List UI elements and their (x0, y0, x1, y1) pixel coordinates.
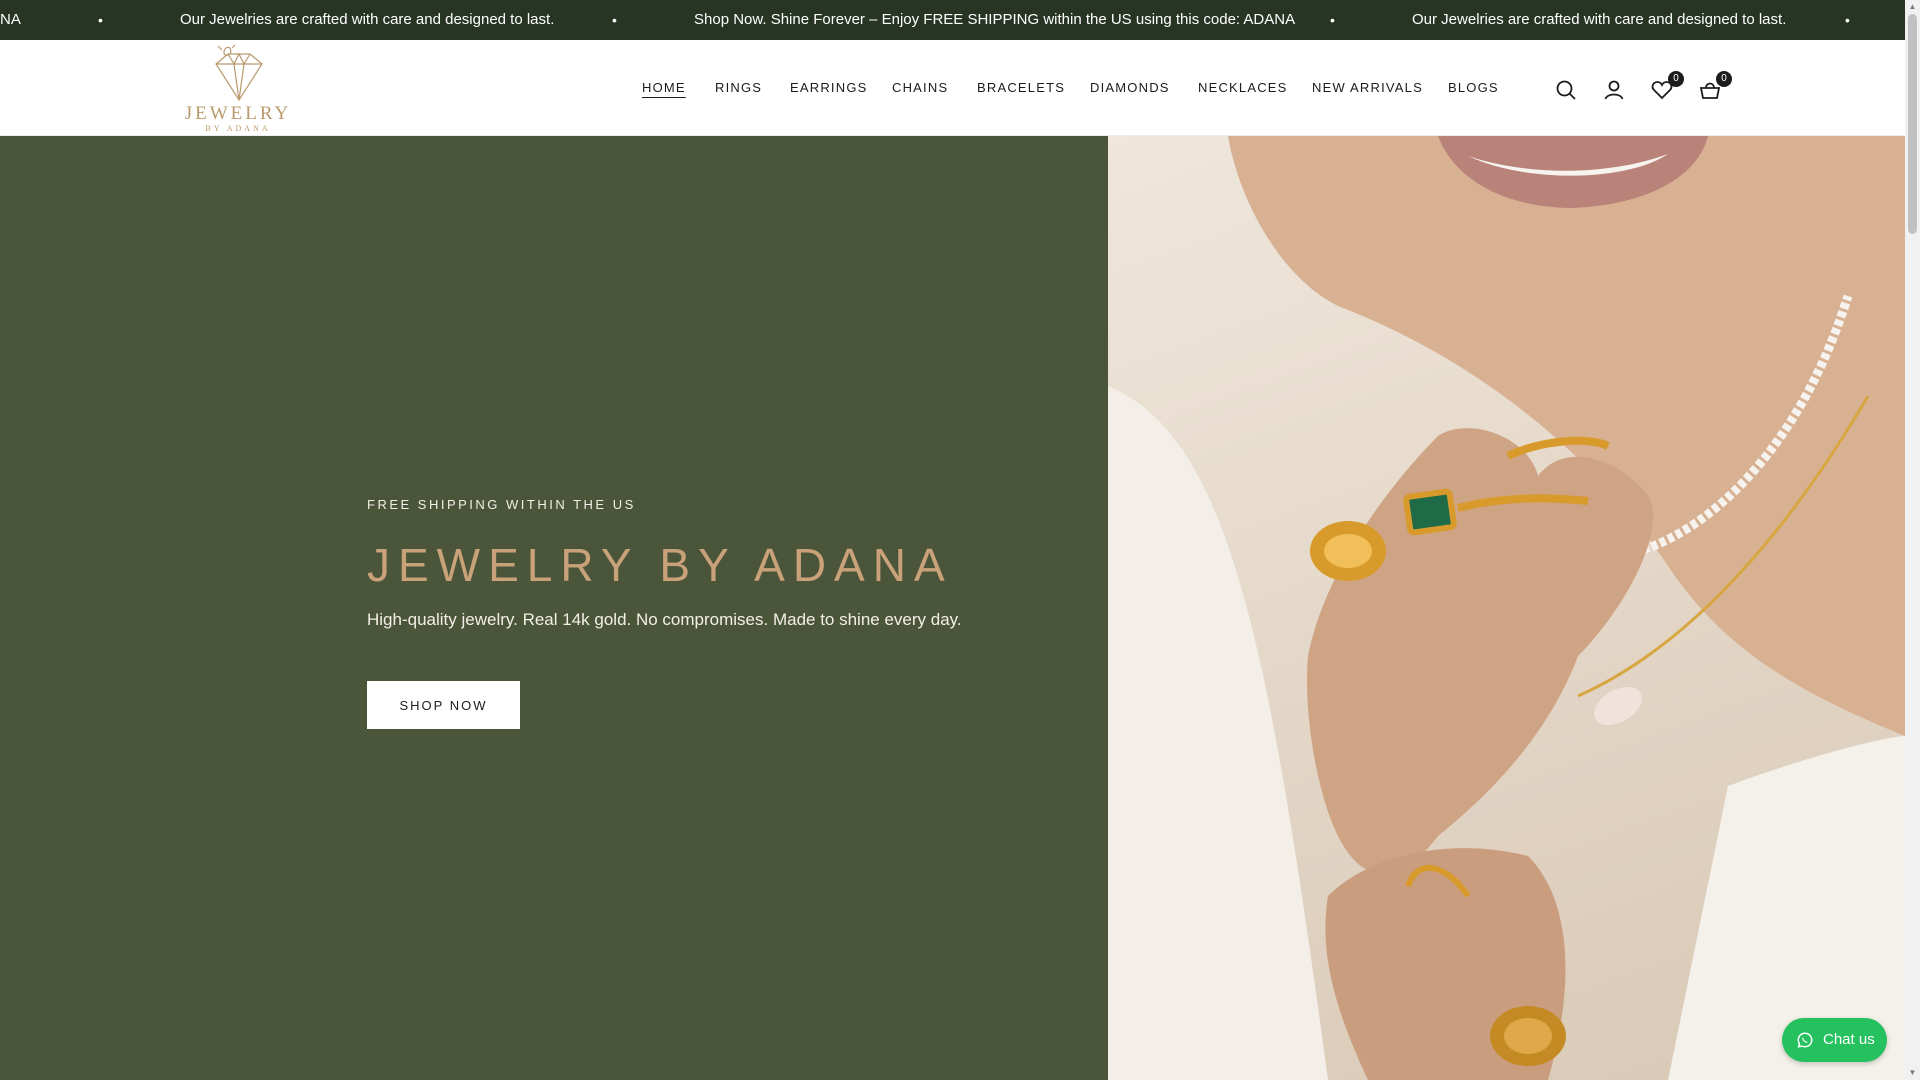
nav-item-chains[interactable]: CHAINS (892, 80, 948, 95)
announcement-text: NA (0, 11, 21, 28)
announcement-bar: NA • Our Jewelries are crafted with care… (0, 0, 1905, 40)
nav-item-necklaces[interactable]: NECKLACES (1198, 80, 1288, 95)
scroll-thumb[interactable] (1908, 14, 1917, 234)
page-scrollbar[interactable]: ▲ ▼ (1905, 0, 1920, 1080)
announcement-separator: • (612, 12, 617, 28)
heart-icon[interactable]: 0 (1648, 71, 1684, 104)
user-icon[interactable] (1600, 76, 1628, 104)
hero-text-panel: FREE SHIPPING WITHIN THE US JEWELRY BY A… (0, 136, 1108, 1080)
announcement-text: Shop Now. Shine Forever – Enjoy FREE SHI… (694, 11, 1296, 28)
hero-title: JEWELRY BY ADANA (367, 539, 953, 591)
scroll-up-arrow-icon[interactable]: ▲ (1908, 2, 1917, 11)
nav-item-diamonds[interactable]: DIAMONDS (1090, 80, 1170, 95)
announcement-separator: • (1330, 12, 1335, 28)
chat-us-label: Chat us (1823, 1031, 1875, 1048)
nav-item-blogs[interactable]: BLOGS (1448, 80, 1499, 95)
nav-item-rings[interactable]: RINGS (715, 80, 762, 95)
scroll-down-arrow-icon[interactable]: ▼ (1908, 1068, 1917, 1077)
logo-wordmark: JEWELRY (184, 103, 292, 124)
logo-subword: BY ADANA (205, 124, 271, 133)
hero-subtitle: High-quality jewelry. Real 14k gold. No … (367, 610, 962, 629)
shopping-basket-icon[interactable]: 0 (1696, 71, 1732, 104)
site-logo[interactable]: JEWELRY BY ADANA (180, 44, 296, 134)
chat-us-button[interactable]: Chat us (1782, 1018, 1887, 1062)
site-header: JEWELRY BY ADANA HOME RINGS EARRINGS CHA… (0, 40, 1905, 136)
search-icon[interactable] (1552, 76, 1580, 104)
nav-item-earrings[interactable]: EARRINGS (790, 80, 868, 95)
hero-banner: FREE SHIPPING WITHIN THE US JEWELRY BY A… (0, 136, 1905, 1080)
whatsapp-icon (1797, 1032, 1813, 1048)
shop-now-button[interactable]: SHOP NOW (367, 681, 520, 729)
nav-item-bracelets[interactable]: BRACELETS (977, 80, 1065, 95)
hero-image-model-rings (1108, 136, 1905, 1080)
nav-item-home[interactable]: HOME (642, 80, 686, 95)
diamond-logo-icon (215, 44, 263, 102)
announcement-text: Our Jewelries are crafted with care and … (1412, 11, 1787, 28)
cart-count-badge: 0 (1716, 71, 1732, 87)
wishlist-count-badge: 0 (1668, 71, 1684, 87)
hero-photo-illustration (1108, 136, 1905, 1080)
nav-item-new-arrivals[interactable]: NEW ARRIVALS (1312, 80, 1423, 95)
hero-eyebrow: FREE SHIPPING WITHIN THE US (367, 497, 636, 512)
announcement-text: Our Jewelries are crafted with care and … (180, 11, 555, 28)
announcement-separator: • (98, 12, 103, 28)
announcement-separator: • (1845, 12, 1850, 28)
